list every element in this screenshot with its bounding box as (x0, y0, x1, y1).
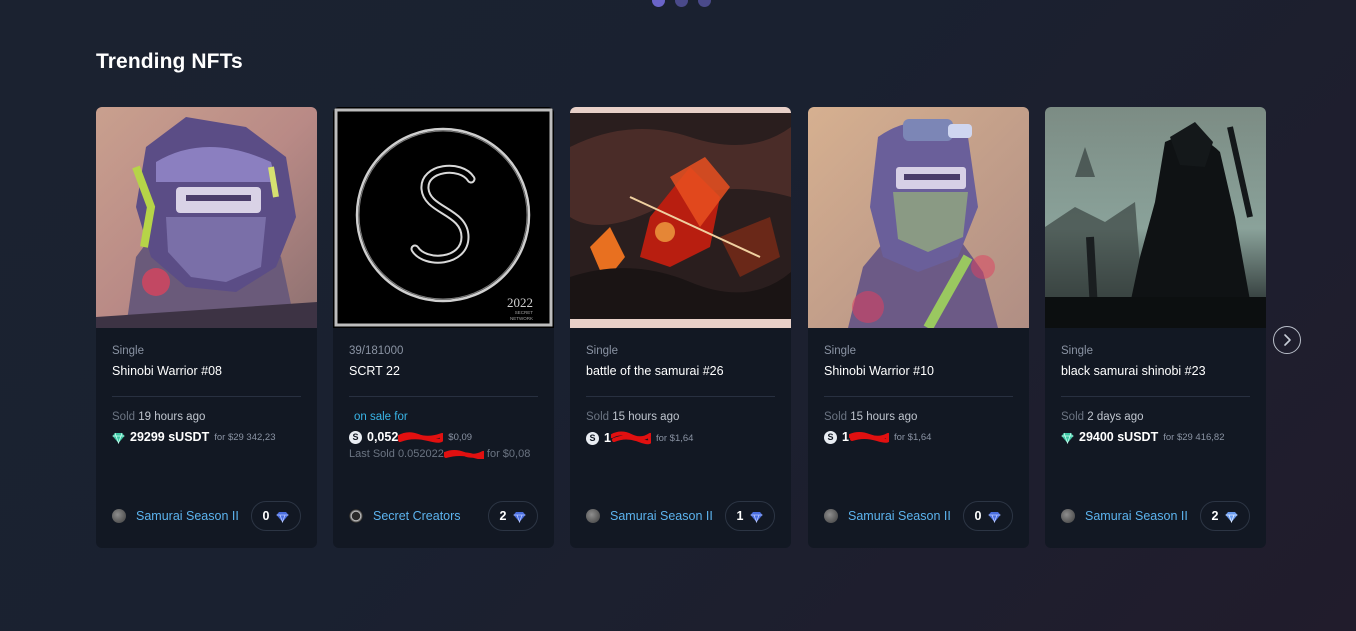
like-button[interactable]: 2 (488, 501, 538, 531)
collection-link[interactable]: Samurai Season II (586, 509, 713, 523)
divider (1061, 396, 1250, 397)
divider (586, 396, 775, 397)
diamond-icon (750, 510, 763, 523)
carousel-dot[interactable] (675, 0, 688, 7)
coin-icon: S (349, 430, 362, 444)
collection-link[interactable]: Samurai Season II (1061, 509, 1188, 523)
nft-price: 29299 sUSDT (130, 430, 210, 444)
collection-avatar (349, 509, 363, 523)
diamond-icon (1061, 431, 1074, 444)
nft-card[interactable]: Single Shinobi Warrior #10 Sold 15 hours… (808, 107, 1029, 548)
diamond-icon (513, 510, 526, 523)
like-count: 2 (1211, 509, 1219, 523)
carousel-next-button[interactable] (1273, 326, 1301, 354)
last-sold-label: Last Sold (349, 448, 395, 460)
nft-price: 0,052 (367, 430, 399, 444)
nft-image-shinobi-warrior[interactable] (96, 107, 317, 328)
nft-price-usd: for $1,64 (893, 431, 932, 443)
carousel-dot[interactable] (652, 0, 665, 7)
sold-time: 2 days ago (1087, 411, 1144, 423)
diamond-icon (1225, 510, 1238, 523)
collection-name[interactable]: Samurai Season II (610, 509, 713, 523)
nft-price: 1 (604, 431, 611, 445)
nft-name[interactable]: SCRT 22 (349, 364, 538, 379)
coin-icon: S (824, 430, 837, 444)
logo-year: 2022 (507, 295, 533, 310)
chevron-right-icon (1280, 333, 1294, 347)
logo-line1: SECRET (515, 310, 534, 315)
redaction-scribble (610, 431, 651, 445)
carousel-dot[interactable] (698, 0, 711, 7)
like-button[interactable]: 0 (251, 501, 301, 531)
nft-price-usd: for $1,64 (655, 432, 694, 444)
logo-line2: NETWORK (510, 316, 533, 321)
like-count: 1 (736, 509, 744, 523)
on-sale-label: on sale for (354, 411, 408, 423)
nft-image-black-samurai[interactable] (1045, 107, 1266, 328)
nft-card[interactable]: 2022 SECRET NETWORK 39/181000 SCRT 22 on… (333, 107, 554, 548)
collection-name[interactable]: Samurai Season II (1085, 509, 1188, 523)
nft-edition: Single (824, 345, 856, 357)
nft-card[interactable]: Single Shinobi Warrior #08 Sold 19 hours… (96, 107, 317, 548)
like-button[interactable]: 0 (963, 501, 1013, 531)
nft-image-shinobi-warrior-2[interactable] (808, 107, 1029, 328)
like-button[interactable]: 2 (1200, 501, 1250, 531)
diamond-icon (112, 431, 125, 444)
like-count: 2 (499, 509, 507, 523)
nft-card[interactable]: Single black samurai shinobi #23 Sold 2 … (1045, 107, 1266, 548)
collection-avatar (112, 509, 126, 523)
carousel-dots (652, 0, 711, 7)
collection-avatar (1061, 509, 1075, 523)
nft-price-usd: for $29 416,82 (1163, 431, 1225, 443)
redaction-scribble (443, 450, 484, 460)
diamond-icon (988, 510, 1001, 523)
divider (824, 396, 1013, 397)
last-sold-usd: for $0,08 (486, 448, 531, 460)
redaction-scribble (398, 432, 444, 443)
sold-label: Sold (586, 411, 610, 423)
nft-edition: Single (1061, 345, 1093, 357)
coin-icon: S (586, 431, 599, 445)
nft-edition: 39/181000 (349, 345, 404, 357)
divider (349, 396, 538, 397)
divider (112, 396, 301, 397)
nft-edition: Single (112, 345, 144, 357)
nft-name[interactable]: black samurai shinobi #23 (1061, 364, 1250, 379)
nft-name[interactable]: Shinobi Warrior #08 (112, 364, 301, 379)
collection-link[interactable]: Secret Creators (349, 509, 461, 523)
collection-link[interactable]: Samurai Season II (112, 509, 239, 523)
nft-edition: Single (586, 345, 618, 357)
sold-time: 15 hours ago (850, 411, 918, 423)
collection-link[interactable]: Samurai Season II (824, 509, 951, 523)
nft-price: 29400 sUSDT (1079, 430, 1159, 444)
collection-name[interactable]: Samurai Season II (136, 509, 239, 523)
nft-card[interactable]: Single battle of the samurai #26 Sold 15… (570, 107, 791, 548)
redaction-scribble (848, 432, 889, 443)
sold-label: Sold (112, 411, 136, 423)
nft-image-battle-samurai[interactable] (570, 107, 791, 328)
sold-label: Sold (824, 411, 848, 423)
like-count: 0 (262, 509, 270, 523)
nft-price-usd: for $29 342,23 (214, 431, 276, 443)
nft-image-scrt-logo[interactable]: 2022 SECRET NETWORK (333, 107, 554, 328)
nft-name[interactable]: battle of the samurai #26 (586, 364, 775, 379)
nft-name[interactable]: Shinobi Warrior #10 (824, 364, 1013, 379)
collection-avatar (824, 509, 838, 523)
like-count: 0 (974, 509, 982, 523)
collection-avatar (586, 509, 600, 523)
diamond-icon (276, 510, 289, 523)
collection-name[interactable]: Secret Creators (373, 509, 461, 523)
sold-time: 15 hours ago (612, 411, 680, 423)
nft-price: 1 (842, 430, 849, 444)
nft-price-usd: $0,09 (448, 431, 473, 443)
like-button[interactable]: 1 (725, 501, 775, 531)
section-title: Trending NFTs (96, 50, 243, 73)
collection-name[interactable]: Samurai Season II (848, 509, 951, 523)
last-sold-value: 0.052022 (397, 448, 444, 460)
sold-label: Sold (1061, 411, 1085, 423)
sold-time: 19 hours ago (138, 411, 206, 423)
